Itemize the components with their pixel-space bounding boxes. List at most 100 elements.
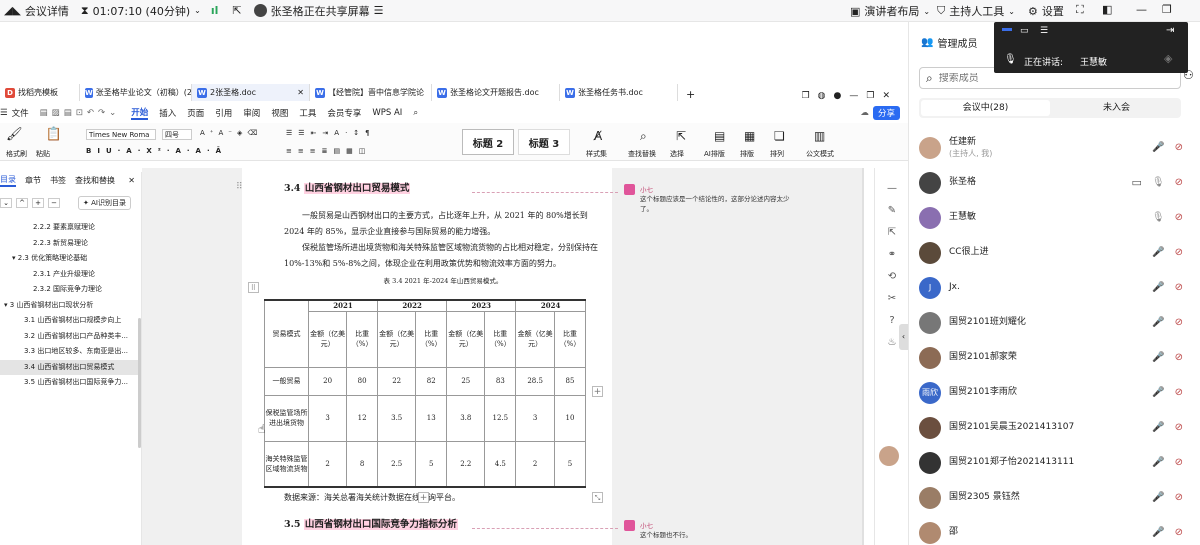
member-row[interactable]: 国贸2101班刘耀化 🎤 ⊘ — [909, 305, 1200, 340]
select-label[interactable]: 选择 — [670, 149, 684, 159]
layout-label[interactable]: 排版 — [740, 149, 754, 159]
member-row[interactable]: J Jx. 🎤 ⊘ — [909, 270, 1200, 305]
camera-off-icon[interactable]: ⊘ — [1175, 422, 1183, 433]
menu-references[interactable]: 引用 — [215, 107, 232, 119]
font-family-select[interactable]: Times New Roma — [86, 129, 156, 140]
menu-insert[interactable]: 插入 — [159, 107, 176, 119]
toc-item[interactable]: 2.3.1 产业升级理论 — [0, 267, 141, 283]
style-heading3[interactable]: 标题 3 — [518, 129, 570, 155]
tab-active-doc[interactable]: W 2张圣格.doc ✕ — [192, 84, 310, 101]
search-input[interactable] — [938, 72, 1139, 84]
toc-item[interactable]: 3.3 出口地区较多、东南亚是出... — [0, 344, 141, 360]
layout-button[interactable]: ▣ 演讲者布局 ⌄ — [850, 3, 930, 19]
mic-muted-icon[interactable]: 🎤 — [1152, 527, 1164, 538]
mic-muted-icon[interactable]: 🎤 — [1152, 142, 1164, 153]
mic-muted-icon[interactable]: 🎤 — [1152, 457, 1164, 468]
toc-item[interactable]: 3.2 山西省钢材出口产品种类丰... — [0, 329, 141, 345]
mic-muted-icon[interactable]: 🎤 — [1152, 247, 1164, 258]
minimize-icon[interactable]: — — [1136, 3, 1147, 16]
member-row[interactable]: 邵 🎤 ⊘ — [909, 515, 1200, 545]
find-replace-label[interactable]: 查找替换 — [628, 149, 656, 159]
camera-off-icon[interactable]: ⊘ — [1175, 317, 1183, 328]
host-tools-button[interactable]: ⛉ 主持人工具 ⌄ — [937, 3, 1015, 19]
drag-handle-icon[interactable]: ⠿ — [236, 182, 243, 192]
remove-icon[interactable]: − — [48, 198, 60, 208]
table-handle-icon[interactable]: ⠿ — [248, 282, 259, 293]
mic-muted-icon[interactable]: 🎤 — [1152, 387, 1164, 398]
meeting-timer[interactable]: ⧗ 01:07:10 (40分钟) ⌄ ıl ⇱ — [81, 3, 242, 19]
doc-scrollbar[interactable] — [862, 168, 864, 545]
fullscreen-icon[interactable]: ⛶ — [1076, 3, 1084, 17]
member-row[interactable]: 任建新 (主持人, 我) 🎤 ⊘ — [909, 130, 1200, 165]
window-icon[interactable]: ▭ — [1020, 26, 1029, 36]
member-row[interactable]: 国贸2101郑子怡2021413111 🎤 ⊘ — [909, 445, 1200, 480]
member-row[interactable]: 雨欣 国贸2101李雨欣 🎤 ⊘ — [909, 375, 1200, 410]
menu-view[interactable]: 视图 — [271, 107, 288, 119]
tab-proposal[interactable]: W 张圣格论文开题报告.doc — [432, 84, 560, 101]
camera-off-icon[interactable]: ⊘ — [1175, 492, 1183, 503]
tab-not-joined[interactable]: 未入会 — [1052, 98, 1181, 118]
menu-wps-ai[interactable]: WPS AI — [372, 108, 402, 118]
sidebar-toggle-icon[interactable]: ◧ — [1102, 3, 1112, 16]
nav-tab-toc[interactable]: 目录 — [0, 174, 16, 187]
menu-file[interactable]: 文件 — [12, 107, 29, 119]
align-tools-icons[interactable]: ≡≡≡≣▤▦◫ — [286, 147, 371, 155]
right-tool-icons[interactable]: — ✎ ⇱ ⚭ ⟲ ✂ ? ♨ — [885, 178, 899, 354]
translate-icon[interactable]: ⟲ — [885, 266, 899, 288]
camera-off-icon[interactable]: ⊘ — [1175, 527, 1183, 538]
style-set-label[interactable]: 样式集 — [586, 149, 607, 159]
minimize-bar-icon[interactable] — [1002, 28, 1012, 31]
hamburger-icon[interactable]: ☰ — [0, 108, 8, 118]
camera-off-icon[interactable]: ⊘ — [1175, 457, 1183, 468]
member-row[interactable]: 张圣格 ▭ 🎙 ⊘ — [909, 165, 1200, 200]
collapse-panel-icon[interactable]: ‹ — [899, 324, 908, 350]
resize-icon[interactable]: ⤡ — [592, 492, 603, 503]
member-row[interactable]: 国贸2305 景钰然 🎤 ⊘ — [909, 480, 1200, 515]
tab-thesis-draft[interactable]: W 张圣格毕业论文（初稿）(2).d — [80, 84, 192, 101]
mic-muted-icon[interactable]: 🎤 — [1152, 492, 1164, 503]
arrange-label[interactable]: 排列 — [770, 149, 784, 159]
nav-tab-sections[interactable]: 章节 — [25, 175, 41, 186]
mic-muted-icon[interactable]: 🎤 — [1152, 317, 1164, 328]
link-icon[interactable]: ⚭ — [885, 244, 899, 266]
font-size-select[interactable]: 四号 — [162, 129, 192, 140]
nav-scrollbar[interactable] — [138, 318, 141, 448]
search-icon[interactable]: ⌕ — [413, 108, 418, 118]
tools-icon[interactable]: ✂ — [885, 288, 899, 310]
pen-icon[interactable]: ✎ — [885, 200, 899, 222]
member-row[interactable]: 国贸2101郝家荣 🎤 ⊘ — [909, 340, 1200, 375]
restore-icon[interactable]: ❐ — [1162, 3, 1172, 16]
add-column-icon[interactable]: + — [592, 386, 603, 397]
toc-item[interactable]: 3.5 山西省钢材出口国际竞争力... — [0, 375, 141, 391]
style-heading2[interactable]: 标题 2 — [462, 129, 514, 155]
tab-in-meeting[interactable]: 会议中(28) — [921, 100, 1050, 116]
cursor-icon[interactable]: ⇱ — [885, 222, 899, 244]
tab-task-book[interactable]: W 张圣格任务书.doc — [560, 84, 678, 101]
cloud-icon[interactable]: ☁ — [860, 108, 869, 118]
grip-icon[interactable]: ◈ — [1164, 52, 1172, 65]
toc-item-active[interactable]: 3.4 山西省钢材出口贸易模式 — [0, 359, 141, 375]
mic-muted-icon[interactable]: 🎤 — [1152, 422, 1164, 433]
settings-button[interactable]: ⚙ 设置 — [1028, 3, 1064, 19]
menu-review[interactable]: 审阅 — [243, 107, 260, 119]
camera-off-icon[interactable]: ⊘ — [1175, 177, 1183, 188]
help-icon[interactable]: ? — [885, 310, 899, 332]
external-window-icon[interactable]: ⇱ — [232, 4, 241, 17]
mic-muted-icon[interactable]: 🎤 — [1152, 282, 1164, 293]
tab-guidelines[interactable]: W 【经管院】晋中信息学院论 — [310, 84, 432, 101]
ai-toc-button[interactable]: ✦ AI识别目录 — [78, 196, 131, 210]
ai-layout-label[interactable]: AI排版 — [704, 149, 725, 159]
text-format-icons[interactable]: BIU·A·X²·A·A·Ā — [86, 147, 227, 155]
meeting-details-button[interactable]: ◢◣ 会议详情 — [4, 3, 69, 19]
paste-icon[interactable]: 📋 — [46, 127, 62, 142]
add-icon[interactable]: + — [32, 198, 44, 208]
collapse-icon[interactable]: ⇥ — [1166, 25, 1174, 36]
add-row-icon[interactable]: + — [418, 492, 429, 503]
official-doc-label[interactable]: 公文模式 — [806, 149, 834, 159]
nav-tab-bookmarks[interactable]: 书签 — [50, 175, 66, 186]
format-painter-icon[interactable]: 🖌 — [6, 127, 23, 142]
toc-item[interactable]: 2.2.2 要素禀赋理论 — [0, 220, 141, 236]
toc-item[interactable]: 2.2.3 新贸易理论 — [0, 236, 141, 252]
mic-icon[interactable]: 🎙 — [1152, 177, 1165, 188]
quick-tools-icon[interactable]: ▤▨▤⊡↶↷⌄ — [40, 108, 121, 118]
